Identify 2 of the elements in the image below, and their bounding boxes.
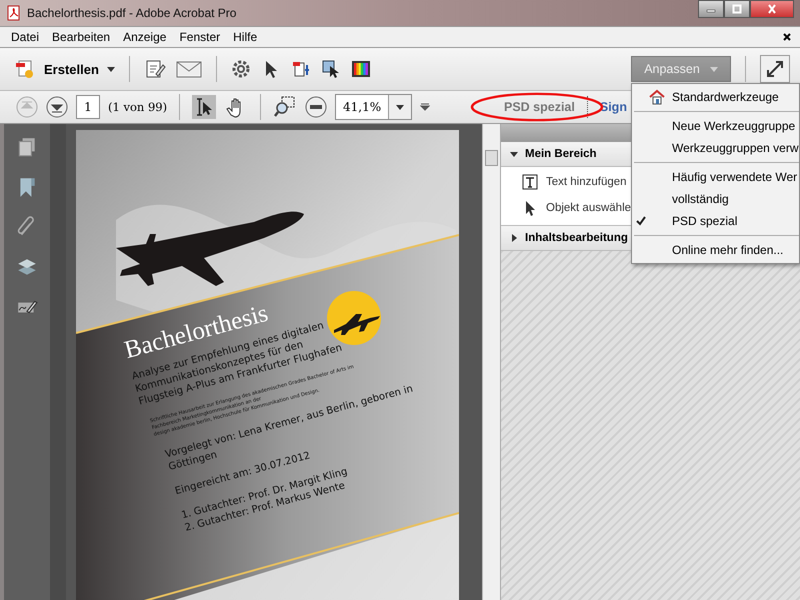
window-title: Bachelorthesis.pdf - Adobe Acrobat Pro: [27, 6, 236, 20]
page-count: (1 von 99): [108, 100, 168, 114]
